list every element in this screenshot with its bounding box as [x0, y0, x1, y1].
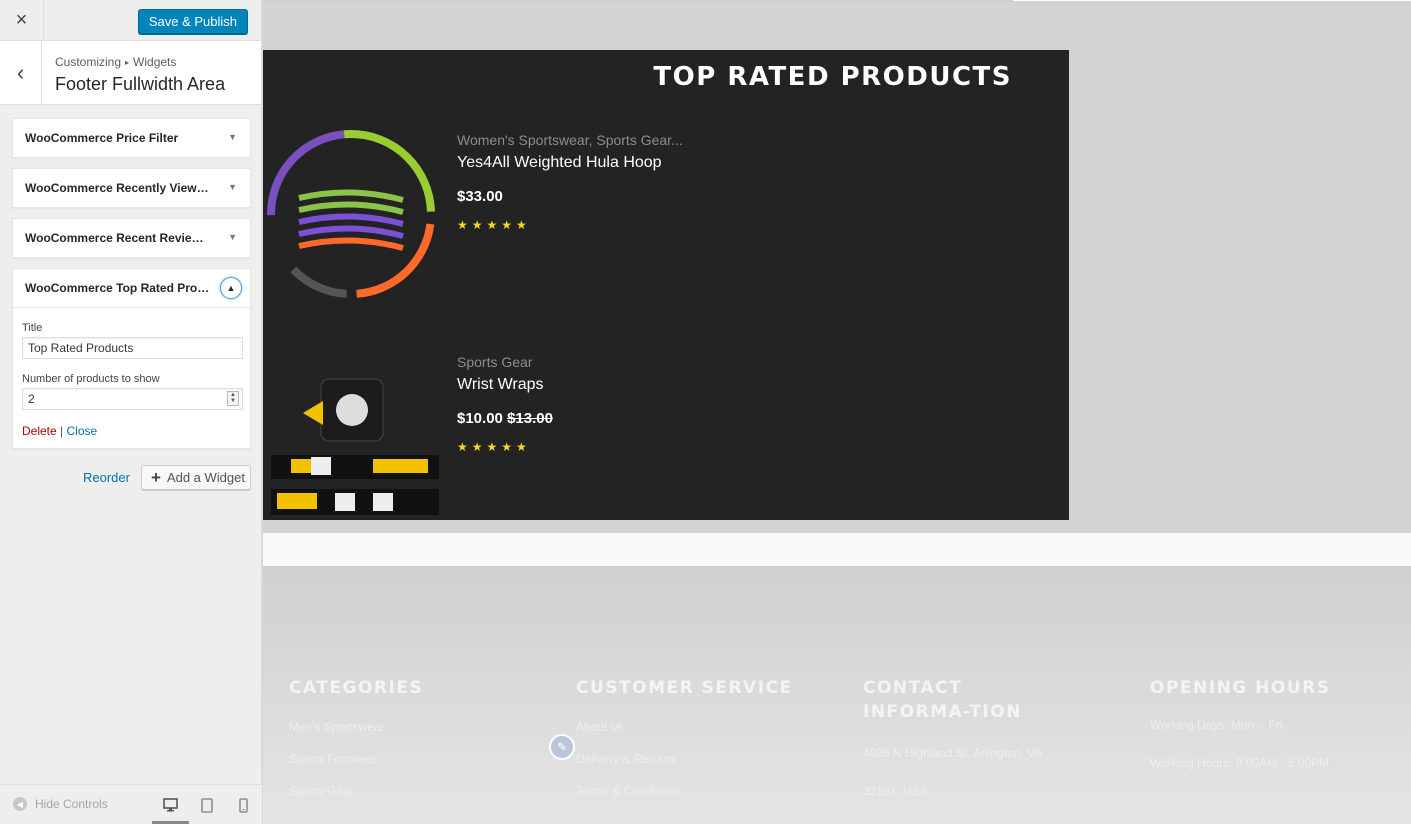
footer-text: Working Days: Mon. - Fri.	[1150, 718, 1286, 732]
tablet-icon	[201, 797, 213, 813]
edit-shortcut-button[interactable]: ✎	[549, 734, 575, 760]
title-label: Title	[22, 322, 43, 334]
wrist-wraps-image[interactable]	[263, 360, 439, 536]
footer-column-categories: CATEGORIES Men's Sportswear Sports Footw…	[289, 676, 519, 798]
add-widget-button[interactable]: + Add a Widget	[141, 465, 251, 490]
footer-heading: CONTACT INFORMA-TION	[863, 678, 1022, 722]
widget-recent-reviews[interactable]: WooCommerce Recent Reviews:... ▼	[12, 218, 251, 258]
widget-recently-viewed[interactable]: WooCommerce Recently Viewed ▼	[12, 168, 251, 208]
widget-header[interactable]: WooCommerce Recent Reviews:... ▼	[13, 219, 250, 257]
product-price-group: $10.00 $13.00	[457, 410, 553, 427]
desktop-icon	[162, 798, 178, 812]
widget-title: WooCommerce Top Rated Prod...	[25, 281, 210, 295]
mobile-icon	[238, 797, 248, 813]
footer-link[interactable]: Sports Gear	[289, 784, 519, 798]
preview-spacer	[263, 533, 1411, 566]
back-button[interactable]: ‹	[0, 41, 42, 104]
actions-separator: |	[60, 424, 64, 438]
save-publish-button[interactable]: Save & Publish	[137, 9, 248, 34]
widget-form: Title Number of products to show ▲▼ Dele…	[13, 307, 250, 448]
delete-link[interactable]: Delete	[22, 424, 57, 438]
customizer-header: × Save & Publish	[0, 0, 261, 41]
product-category[interactable]: Women's Sportswear, Sports Gear...	[457, 132, 683, 148]
top-rated-products-widget: TOP RATED PRODUCTS Women's Sportswear, S…	[263, 50, 1069, 520]
footer-column-contact: CONTACT INFORMA-TION 4096 N Highland St,…	[863, 676, 1078, 798]
widget-header[interactable]: WooCommerce Price Filter ▼	[13, 119, 250, 157]
widget-heading: TOP RATED PRODUCTS	[653, 62, 1012, 92]
tablet-preview-button[interactable]	[197, 795, 217, 815]
footer-link[interactable]: About us	[576, 720, 806, 734]
footer-heading: CUSTOMER SERVICE	[576, 678, 793, 698]
footer-link[interactable]: Terms & Conditions	[576, 784, 806, 798]
number-field-wrap: ▲▼	[22, 388, 243, 410]
chevron-up-icon[interactable]: ▲	[220, 277, 242, 299]
plus-icon: +	[151, 467, 161, 487]
widget-header[interactable]: WooCommerce Recently Viewed ▼	[13, 169, 250, 207]
collapse-icon: ◀	[13, 797, 27, 811]
product-price: $33.00	[457, 188, 503, 205]
customizer-footer: ◀ Hide Controls	[0, 784, 262, 824]
footer-text: 4096 N Highland St, Arlington, VA	[863, 746, 1043, 760]
hula-hoop-image[interactable]	[263, 128, 439, 304]
breadcrumb: Customizing ▸ Widgets	[55, 55, 176, 69]
customizer-sidebar: × Save & Publish ‹ Customizing ▸ Widgets F…	[0, 0, 262, 824]
number-stepper[interactable]: ▲ ▼	[227, 391, 239, 406]
star-rating: ★★★★★	[457, 218, 531, 232]
hide-controls-button[interactable]: ◀ Hide Controls	[13, 797, 108, 811]
chevron-down-icon[interactable]: ▼	[228, 132, 237, 142]
footer-heading: OPENING HOURS	[1150, 678, 1331, 698]
product-name[interactable]: Wrist Wraps	[457, 376, 544, 394]
star-rating: ★★★★★	[457, 440, 531, 454]
preview-top-divider-right	[1013, 0, 1411, 1]
number-of-products-input[interactable]	[22, 388, 243, 410]
product-category[interactable]: Sports Gear	[457, 354, 532, 370]
footer-column-customer-service: CUSTOMER SERVICE About us Delivery & Ret…	[576, 676, 806, 798]
site-footer: CATEGORIES Men's Sportswear Sports Footw…	[263, 566, 1411, 824]
close-customizer-button[interactable]: ×	[0, 0, 44, 41]
close-icon: ×	[15, 9, 28, 31]
mobile-preview-button[interactable]	[233, 795, 253, 815]
hide-controls-label: Hide Controls	[35, 797, 108, 811]
footer-heading: CATEGORIES	[289, 678, 424, 698]
product-name[interactable]: Yes4All Weighted Hula Hoop	[457, 154, 662, 172]
product-old-price: $13.00	[507, 410, 553, 427]
widget-header[interactable]: WooCommerce Top Rated Prod... ▲	[13, 269, 250, 307]
product-sale-price: $10.00	[457, 410, 503, 427]
add-widget-label: Add a Widget	[166, 470, 245, 485]
widget-price-filter[interactable]: WooCommerce Price Filter ▼	[12, 118, 251, 158]
title-input[interactable]	[22, 337, 243, 359]
chevron-down-icon[interactable]: ▼	[228, 232, 237, 242]
footer-link[interactable]: Sports Footwear	[289, 752, 519, 766]
close-link[interactable]: Close	[67, 424, 98, 438]
widget-title: WooCommerce Recently Viewed	[25, 181, 210, 195]
desktop-preview-button[interactable]	[160, 795, 180, 815]
widget-title: WooCommerce Recent Reviews:...	[25, 231, 210, 245]
breadcrumb-separator-icon: ▸	[125, 58, 130, 67]
widget-actions: Delete | Close	[22, 424, 241, 438]
chevron-down-icon[interactable]: ▼	[228, 182, 237, 192]
footer-link[interactable]: Delivery & Returns	[576, 752, 806, 766]
section-header: ‹ Customizing ▸ Widgets Footer Fullwidth A…	[0, 41, 261, 105]
reorder-link[interactable]: Reorder	[83, 470, 130, 485]
widget-top-rated-products[interactable]: WooCommerce Top Rated Prod... ▲ Title Nu…	[12, 268, 251, 449]
footer-text: 32101, USA	[863, 784, 928, 798]
chevron-left-icon: ‹	[16, 59, 25, 85]
breadcrumb-customizing: Customizing	[55, 55, 122, 69]
section-title: Footer Fullwidth Area	[55, 74, 226, 94]
widget-title: WooCommerce Price Filter	[25, 131, 179, 145]
preview-top-divider	[263, 0, 1013, 2]
site-preview: TOP RATED PRODUCTS Women's Sportswear, S…	[263, 0, 1411, 824]
breadcrumb-widgets: Widgets	[133, 55, 177, 69]
pencil-icon: ✎	[556, 740, 568, 754]
footer-text: Working Hours: 9.00AM - 5.00PM	[1150, 756, 1330, 770]
number-label: Number of products to show	[22, 373, 160, 385]
footer-link[interactable]: Men's Sportswear	[289, 720, 519, 734]
footer-column-opening-hours: OPENING HOURS Working Days: Mon. - Fri. …	[1150, 676, 1380, 770]
